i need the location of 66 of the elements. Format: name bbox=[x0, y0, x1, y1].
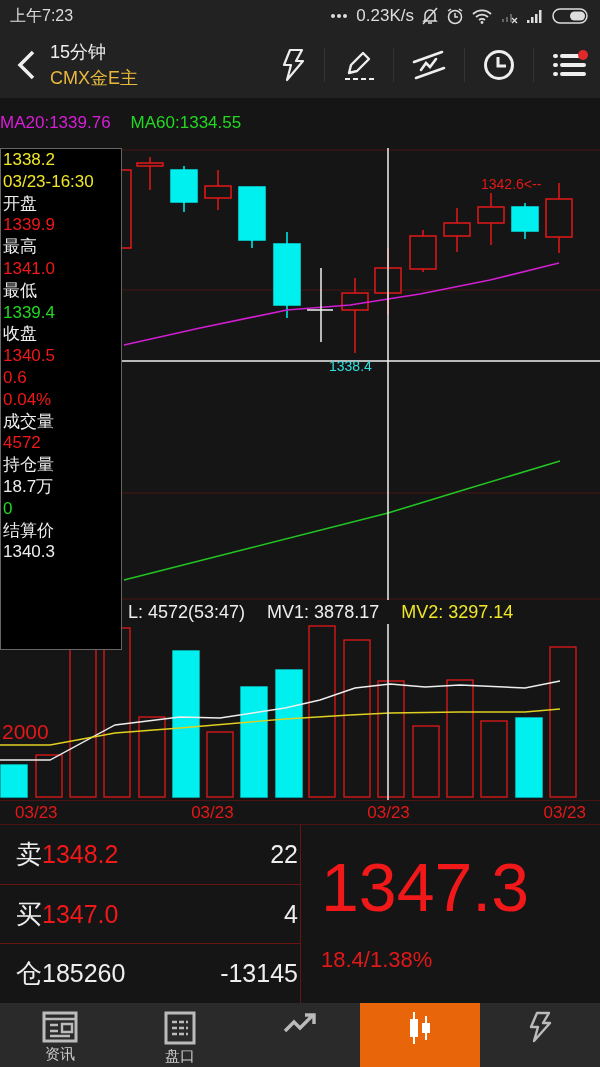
bottom-tab[interactable] bbox=[360, 1003, 480, 1067]
volume-legend: MV2: 3297.14 bbox=[401, 601, 514, 623]
tooltip-text: 持仓量 bbox=[3, 454, 55, 476]
tooltip-text: 结算价 bbox=[3, 519, 55, 542]
cursor-cross-icon bbox=[306, 267, 334, 343]
tooltip-text: 收盘 bbox=[3, 323, 38, 346]
pencil-icon[interactable] bbox=[343, 49, 375, 81]
ma-legend: MA20:1339.76 bbox=[0, 113, 111, 133]
lightning-icon[interactable] bbox=[280, 48, 306, 82]
lightning-icon bbox=[527, 1011, 553, 1043]
battery-icon bbox=[552, 8, 590, 24]
date-label: 03/23 bbox=[367, 802, 410, 823]
more-dots-icon bbox=[330, 13, 349, 19]
quote-price: 1348.2 bbox=[42, 839, 119, 869]
tooltip-text: 最低 bbox=[3, 279, 38, 302]
high-price-label: 1342.6<-- bbox=[481, 176, 542, 192]
crosshair-price-label: 1338.4 bbox=[329, 358, 372, 374]
quote-label: 买 bbox=[16, 897, 42, 931]
tooltip-text: 1338.2 bbox=[3, 149, 56, 171]
trend-lines-icon[interactable] bbox=[412, 50, 446, 80]
volume-bar bbox=[35, 754, 63, 798]
volume-bar bbox=[206, 731, 234, 798]
tooltip-text: 0.04% bbox=[3, 388, 53, 411]
last-price: 1347.3 bbox=[321, 848, 530, 927]
status-time: 上午7:23 bbox=[10, 5, 74, 26]
clock-icon[interactable] bbox=[483, 49, 515, 81]
tooltip-text: 0.6 bbox=[3, 366, 28, 389]
tooltip-text: 成交量 bbox=[3, 410, 55, 433]
tooltip-text: 0 bbox=[3, 497, 14, 520]
quote-quantity: 4 bbox=[284, 899, 298, 929]
alarm-icon bbox=[446, 7, 464, 25]
tooltip-text: 1339.4 bbox=[3, 301, 56, 324]
quote-quantity: -13145 bbox=[220, 959, 298, 989]
quote-label: 仓 bbox=[16, 957, 42, 991]
date-label: 03/23 bbox=[191, 802, 234, 823]
quote-price: 185260 bbox=[42, 959, 126, 989]
quote-price: 1347.0 bbox=[42, 899, 119, 929]
tooltip-text: 1341.0 bbox=[3, 258, 56, 280]
volume-legend: MV1: 3878.17 bbox=[267, 601, 380, 623]
network-speed: 0.23K/s bbox=[356, 6, 414, 26]
date-label: 03/23 bbox=[543, 802, 586, 823]
trend-up-icon bbox=[283, 1011, 317, 1035]
volume-legend: L: 4572(53:47) bbox=[128, 601, 246, 623]
tooltip-text: 18.7万 bbox=[3, 475, 55, 498]
volume-axis-label: 2000 bbox=[2, 720, 49, 744]
symbol-title: CMX金E主 bbox=[50, 67, 138, 90]
tooltip-text: 1339.9 bbox=[3, 214, 56, 237]
quote-label: 卖 bbox=[16, 837, 42, 871]
bell-off-icon bbox=[422, 7, 438, 25]
price-change: 18.4/1.38% bbox=[321, 947, 434, 973]
newspaper-icon bbox=[42, 1011, 78, 1043]
period-title: 15分钟 bbox=[50, 41, 108, 64]
ma-legend: MA60:1334.55 bbox=[130, 113, 242, 133]
tooltip-text: 开盘 bbox=[3, 192, 38, 215]
tooltip-text: 1340.5 bbox=[3, 345, 56, 367]
wifi-icon bbox=[472, 8, 492, 24]
tooltip-text: 1340.3 bbox=[3, 541, 56, 564]
back-icon[interactable] bbox=[16, 50, 36, 80]
tooltip-text: 4572 bbox=[3, 432, 42, 455]
signal-icon bbox=[526, 8, 544, 24]
quote-quantity: 22 bbox=[270, 839, 298, 869]
date-label: 03/23 bbox=[15, 802, 58, 823]
tooltip-text: 03/23-16:30 bbox=[3, 170, 95, 193]
volume-bar bbox=[0, 764, 28, 798]
list-board-icon bbox=[164, 1011, 196, 1045]
tooltip-text: 最高 bbox=[3, 236, 38, 258]
